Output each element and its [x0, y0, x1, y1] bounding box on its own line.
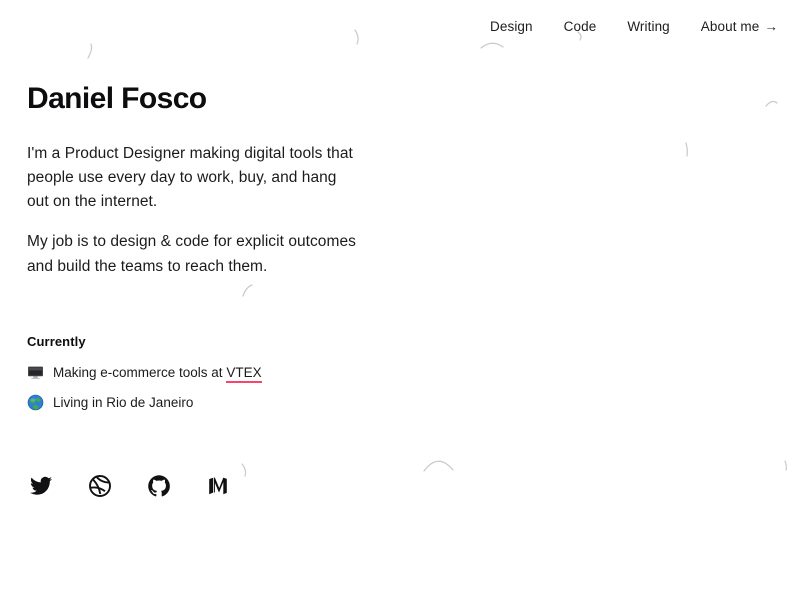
desktop-computer-emoji — [28, 366, 43, 380]
github-link[interactable] — [147, 474, 171, 498]
page-title: Daniel Fosco — [27, 82, 207, 115]
dribbble-icon — [89, 475, 111, 497]
nav-link-code[interactable]: Code — [564, 20, 597, 34]
currently-item-work: Making e-commerce tools at VTEX — [27, 363, 357, 383]
scribble-mark — [423, 460, 454, 472]
primary-navigation[interactable]: Design Code Writing About me → — [490, 20, 778, 34]
nav-link-design[interactable]: Design — [490, 20, 533, 34]
intro-paragraph-1: I'm a Product Designer making digital to… — [27, 144, 353, 211]
currently-item-work-text: Making e-commerce tools at VTEX — [53, 363, 262, 383]
github-icon — [148, 475, 170, 497]
scribble-mark — [480, 42, 504, 49]
arrow-right-icon: → — [764, 19, 778, 34]
dribbble-link[interactable] — [88, 474, 112, 498]
main-content: Daniel Fosco I'm a Product Designer maki… — [27, 82, 357, 412]
currently-heading: Currently — [27, 333, 86, 349]
nav-link-writing[interactable]: Writing — [627, 20, 669, 34]
nav-link-about-me-label: About me — [700, 19, 760, 34]
scribble-mark — [87, 43, 93, 59]
currently-list: Making e-commerce tools at VTEX Living i… — [27, 363, 357, 412]
twitter-icon — [30, 476, 52, 495]
scribble-mark — [354, 29, 359, 45]
social-links[interactable] — [29, 474, 230, 498]
currently-item-location-text: Living in Rio de Janeiro — [53, 394, 194, 410]
globe-earth-emoji — [27, 394, 44, 411]
medium-icon — [209, 477, 227, 495]
scribble-mark — [241, 463, 247, 477]
currently-item-work-prefix: Making e-commerce tools at — [53, 364, 227, 380]
scribble-mark — [685, 142, 688, 157]
intro-paragraph-2: My job is to design & code for explicit … — [27, 233, 356, 275]
currently-section: Currently Making e-commerce tools at VTE… — [27, 334, 357, 412]
nav-link-about-me[interactable]: About me → — [701, 20, 778, 34]
medium-link[interactable] — [206, 474, 230, 498]
scribble-mark — [765, 100, 778, 107]
scribble-mark — [784, 460, 787, 471]
twitter-link[interactable] — [29, 474, 53, 498]
vtex-link[interactable]: VTEX — [226, 364, 262, 383]
currently-item-location: Living in Rio de Janeiro — [27, 393, 357, 412]
